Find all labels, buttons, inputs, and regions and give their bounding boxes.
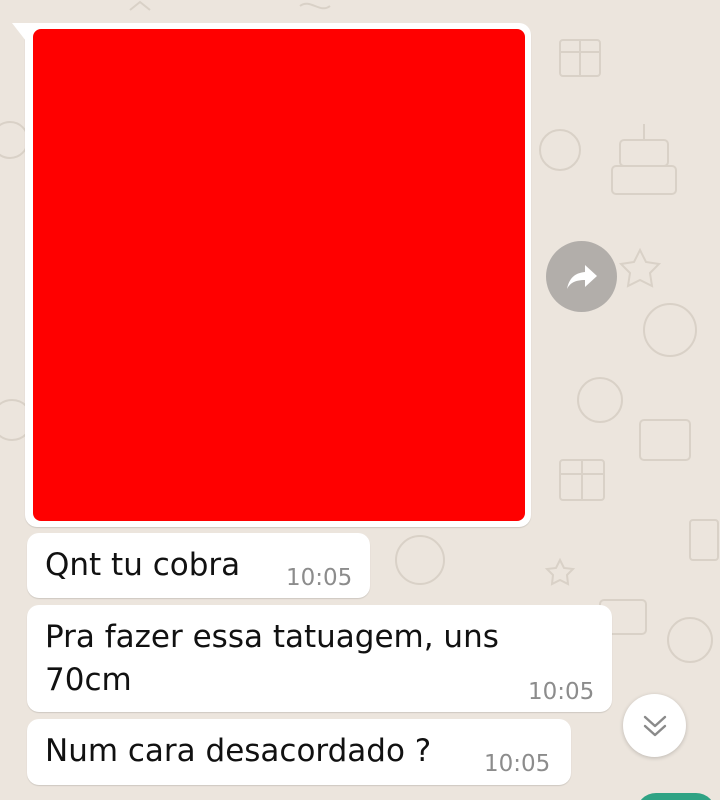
forward-button[interactable] <box>546 241 617 312</box>
message-text-line: 70cm <box>45 662 132 698</box>
message-bubble[interactable]: Num cara desacordado ? 10:05 <box>27 719 571 785</box>
message-bubble[interactable]: Pra fazer essa tatuagem, uns 70cm 10:05 <box>27 605 612 712</box>
scroll-to-bottom-button[interactable] <box>623 694 686 757</box>
shared-image[interactable] <box>33 29 525 521</box>
image-message-bubble[interactable] <box>12 23 531 527</box>
message-bubble[interactable]: Qnt tu cobra 10:05 <box>27 533 370 598</box>
message-text: Num cara desacordado ? <box>45 733 432 769</box>
message-timestamp: 10:05 <box>484 751 551 777</box>
bubble-tail <box>12 23 26 41</box>
floating-action-button[interactable] <box>636 793 716 800</box>
message-timestamp: 10:05 <box>528 679 595 705</box>
message-text-line: Pra fazer essa tatuagem, uns <box>45 619 499 655</box>
forward-arrow-icon <box>566 264 597 289</box>
message-text: Qnt tu cobra <box>45 547 241 583</box>
double-chevron-down-icon <box>643 715 666 736</box>
message-timestamp: 10:05 <box>286 565 353 591</box>
